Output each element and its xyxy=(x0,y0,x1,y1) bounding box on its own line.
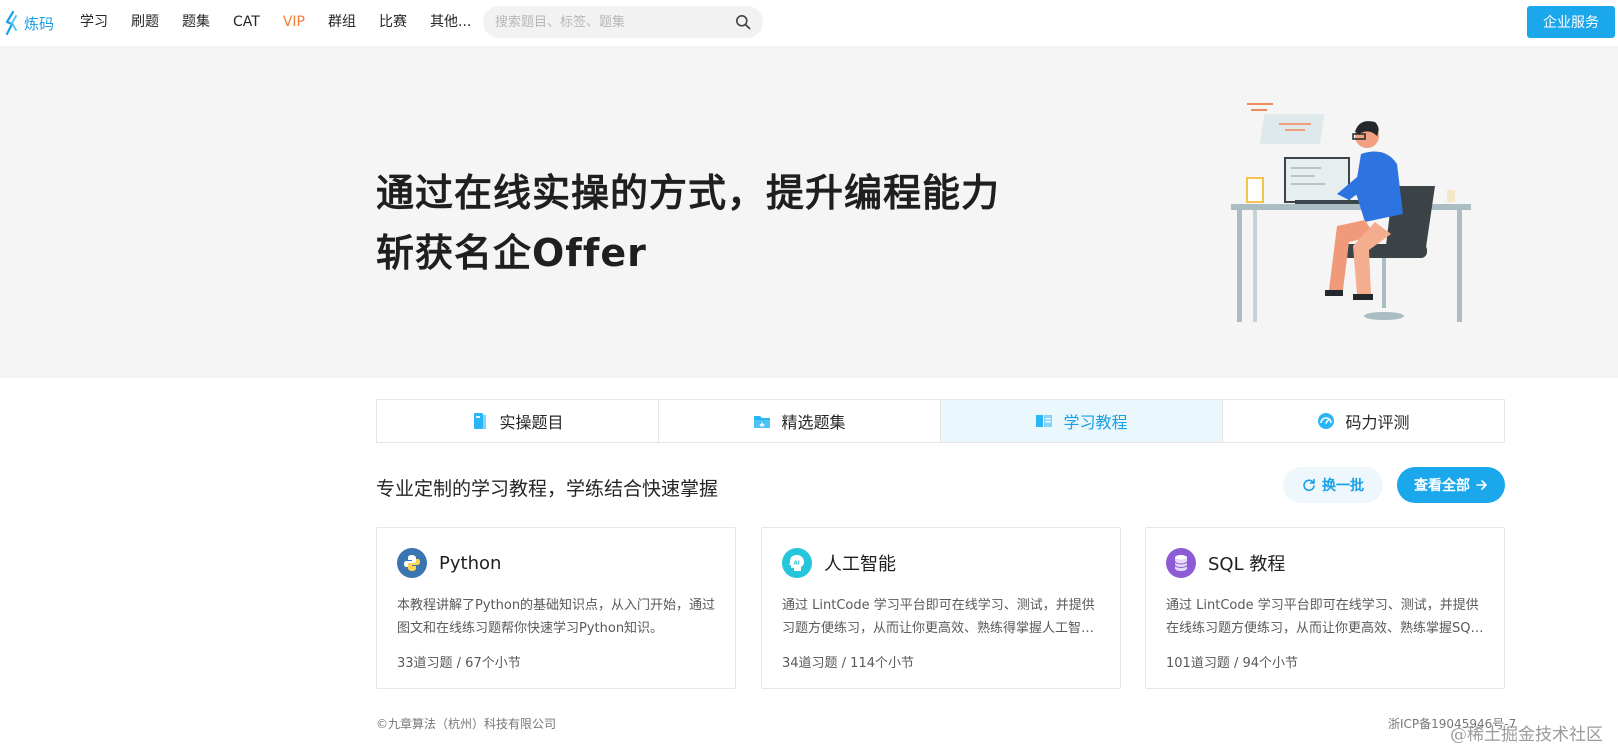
ai-icon: AI xyxy=(782,548,812,578)
svg-text:AI: AI xyxy=(794,561,800,567)
card-meta: 34道习题 / 114个小节 xyxy=(782,656,914,671)
refresh-icon xyxy=(1303,478,1315,492)
tutorial-card-ai[interactable]: AI 人工智能 通过 LintCode 学习平台即可在线学习、测试，并提供习题方… xyxy=(761,527,1121,689)
refresh-label: 换一批 xyxy=(1322,478,1364,494)
nav-item-groups[interactable]: 群组 xyxy=(328,12,356,32)
watermark: @稀土掘金技术社区 xyxy=(1450,725,1603,745)
tab-label: 码力评测 xyxy=(1345,413,1410,432)
card-meta: 33道习题 / 67个小节 xyxy=(397,656,521,671)
card-meta: 101道习题 / 94个小节 xyxy=(1166,656,1298,671)
site-logo[interactable]: 炼码 xyxy=(4,10,54,36)
nav-item-cat[interactable]: CAT xyxy=(233,12,260,32)
nav-item-problem-sets[interactable]: 题集 xyxy=(182,12,210,32)
nav-item-contests[interactable]: 比赛 xyxy=(379,12,407,32)
card-description: 通过 LintCode 学习平台即可在线学习、测试，并提供习题方便练习，从而让你… xyxy=(782,598,1095,636)
card-title: 人工智能 xyxy=(824,554,896,575)
arrow-right-icon xyxy=(1476,480,1487,490)
card-header: AI 人工智能 xyxy=(782,548,896,578)
logo-text: 炼码 xyxy=(24,14,55,33)
tutorial-icon xyxy=(1036,415,1053,427)
tab-tutorials[interactable]: 学习教程 xyxy=(941,400,1223,442)
nav-item-vip[interactable]: VIP xyxy=(283,12,305,32)
tab-practice-problems[interactable]: 实操题目 xyxy=(377,400,659,442)
hero-subheadline: 斩获名企Offer xyxy=(376,231,647,275)
search-icon[interactable] xyxy=(735,14,751,30)
tab-label: 学习教程 xyxy=(1063,413,1128,432)
book-icon xyxy=(474,413,487,429)
nav-item-study[interactable]: 学习 xyxy=(80,12,108,32)
card-description: 通过 LintCode 学习平台即可在线学习、测试，并提供在线练习题方便练习，从… xyxy=(1166,598,1479,636)
logo-icon xyxy=(5,10,17,36)
card-header: SQL 教程 xyxy=(1166,548,1285,578)
tab-selected-sets[interactable]: 精选题集 xyxy=(659,400,941,442)
tab-label: 精选题集 xyxy=(781,413,846,432)
tab-label: 实操题目 xyxy=(499,413,564,432)
card-title: SQL 教程 xyxy=(1208,554,1286,575)
tutorial-card-python[interactable]: Python 本教程讲解了Python的基础知识点，从入门开始，通过图文和在线练… xyxy=(376,527,736,689)
gauge-icon xyxy=(1318,413,1335,429)
footer-copyright: ©九章算法（杭州）科技有限公司 xyxy=(376,717,557,731)
hero-headline: 通过在线实操的方式，提升编程能力 xyxy=(376,171,1001,215)
programmer-at-desk-illustration xyxy=(1231,103,1471,322)
search-box xyxy=(483,6,763,38)
tab-coding-assessment[interactable]: 码力评测 xyxy=(1223,400,1504,442)
top-header: 炼码 学习 刷题 题集 CAT VIP 群组 比赛 其他... 企业服务 xyxy=(0,0,1618,46)
main-nav: 学习 刷题 题集 CAT VIP 群组 比赛 其他... xyxy=(80,12,494,32)
view-all-label: 查看全部 xyxy=(1414,478,1470,494)
hero-banner: 通过在线实操的方式，提升编程能力 斩获名企Offer xyxy=(0,46,1618,378)
view-all-button[interactable]: 查看全部 xyxy=(1397,467,1505,503)
search-input[interactable] xyxy=(495,14,735,30)
database-icon xyxy=(1166,548,1196,578)
category-tabs: 实操题目 精选题集 学习教程 码力评测 xyxy=(376,399,1505,443)
card-header: Python xyxy=(397,548,501,578)
enterprise-services-button[interactable]: 企业服务 xyxy=(1527,6,1615,38)
python-icon xyxy=(397,548,427,578)
tutorial-card-sql[interactable]: SQL 教程 通过 LintCode 学习平台即可在线学习、测试，并提供在线练习… xyxy=(1145,527,1505,689)
nav-item-practice[interactable]: 刷题 xyxy=(131,12,159,32)
nav-item-more[interactable]: 其他... xyxy=(430,12,471,32)
section-title: 专业定制的学习教程，学练结合快速掌握 xyxy=(376,478,719,500)
card-description: 本教程讲解了Python的基础知识点，从入门开始，通过图文和在线练习题帮你快速学… xyxy=(397,598,716,636)
folder-icon xyxy=(754,416,771,428)
refresh-button[interactable]: 换一批 xyxy=(1283,467,1383,503)
card-title: Python xyxy=(439,552,502,574)
